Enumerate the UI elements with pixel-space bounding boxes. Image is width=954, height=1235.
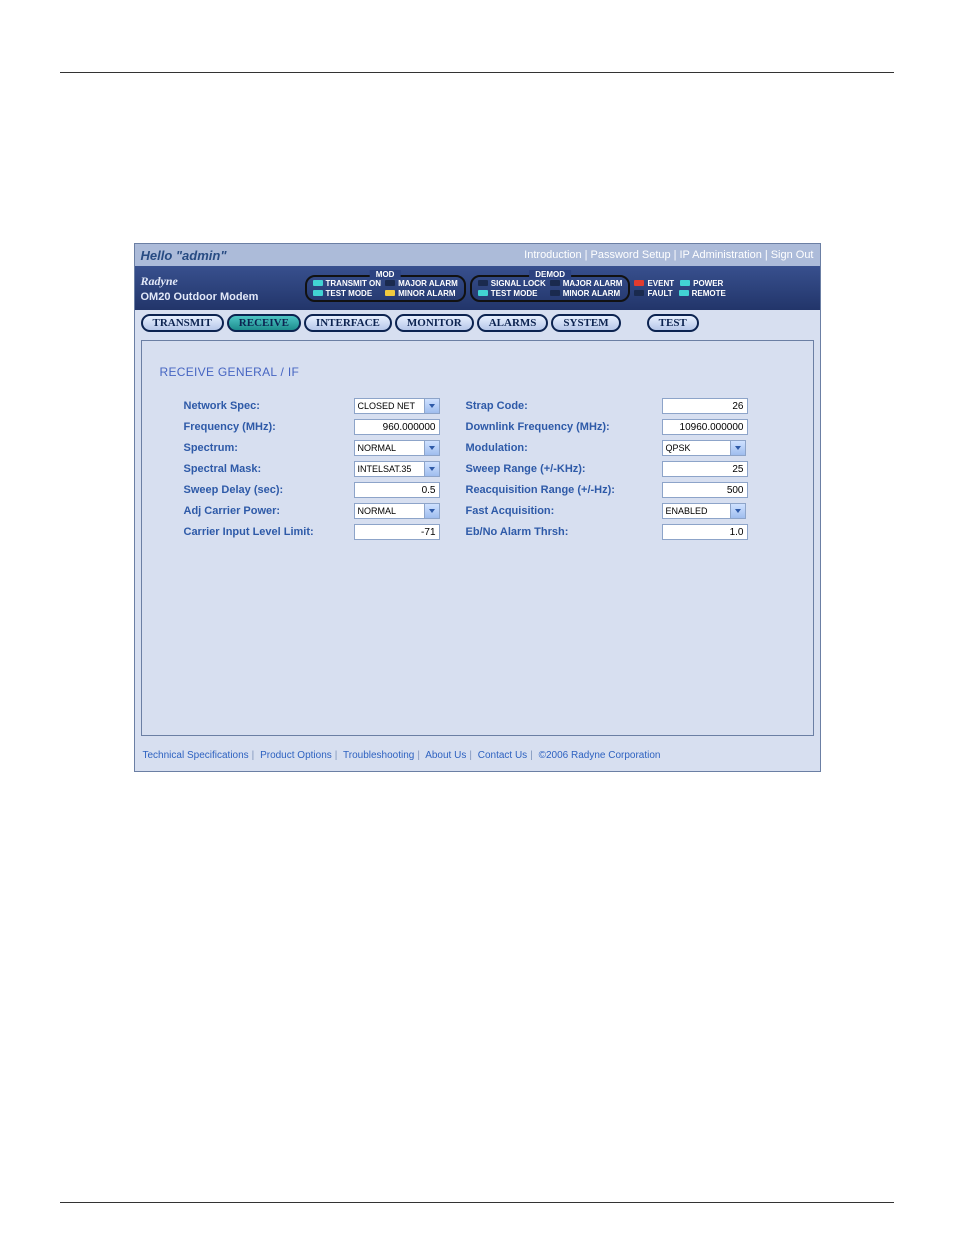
brand-block: Radyne OM20 Outdoor Modem [141, 274, 301, 303]
led-icon [550, 290, 560, 296]
input-sweep-delay[interactable] [354, 482, 440, 498]
led-icon [679, 290, 689, 296]
lbl-strap-code: Strap Code: [466, 397, 642, 415]
app-window: Hello "admin" Introduction| Password Set… [134, 243, 821, 772]
select-modulation[interactable]: QPSK [662, 440, 746, 456]
input-frequency[interactable] [354, 419, 440, 435]
status-signal-lock: SIGNAL LOCK [478, 279, 546, 288]
led-icon [550, 280, 560, 286]
status-transmit-on: TRANSMIT ON [313, 279, 382, 288]
status-group-system: EVENT POWER FAULT REMOTE [634, 279, 725, 298]
input-downlink-frequency[interactable] [662, 419, 748, 435]
input-carrier-input-level[interactable] [354, 524, 440, 540]
bottom-rule [60, 1202, 894, 1203]
led-icon [385, 280, 395, 286]
link-troubleshooting[interactable]: Troubleshooting [343, 750, 414, 761]
status-power: POWER [680, 279, 723, 288]
status-demod-minor-alarm: MINOR ALARM [550, 289, 623, 298]
mod-title: MOD [370, 270, 401, 279]
chevron-down-icon [424, 504, 439, 518]
link-password-setup[interactable]: Password Setup [591, 249, 671, 261]
led-icon [680, 280, 690, 286]
link-sign-out[interactable]: Sign Out [771, 249, 814, 261]
led-icon [313, 280, 323, 286]
lbl-downlink-frequency: Downlink Frequency (MHz): [466, 418, 642, 436]
tab-transmit[interactable]: TRANSMIT [141, 314, 224, 332]
brand-logo: Radyne [141, 274, 301, 289]
chevron-down-icon [424, 441, 439, 455]
link-introduction[interactable]: Introduction [524, 249, 581, 261]
tab-row: TRANSMIT RECEIVE INTERFACE MONITOR ALARM… [135, 310, 820, 332]
input-strap-code[interactable] [662, 398, 748, 414]
select-fast-acquisition[interactable]: ENABLED [662, 503, 746, 519]
link-tech-specs[interactable]: Technical Specifications [143, 750, 249, 761]
tab-test[interactable]: TEST [647, 314, 699, 332]
status-group-demod: DEMOD SIGNAL LOCK TEST MODE MAJOR ALARM … [470, 275, 631, 302]
chevron-down-icon [424, 399, 439, 413]
lbl-carrier-input-level: Carrier Input Level Limit: [184, 523, 334, 541]
input-reacquisition-range[interactable] [662, 482, 748, 498]
status-fault: FAULT [634, 289, 672, 298]
led-icon [313, 290, 323, 296]
content-frame: RECEIVE GENERAL / IF Network Spec: Frequ… [141, 340, 814, 736]
led-icon [634, 290, 644, 296]
status-group-mod: MOD TRANSMIT ON TEST MODE MAJOR ALARM MI… [305, 275, 466, 302]
lbl-modulation: Modulation: [466, 439, 642, 457]
lbl-adj-carrier-power: Adj Carrier Power: [184, 502, 334, 520]
copyright: ©2006 Radyne Corporation [539, 750, 661, 761]
status-minor-alarm: MINOR ALARM [385, 289, 458, 298]
select-adj-carrier-power[interactable]: NORMAL [354, 503, 440, 519]
status-remote: REMOTE [679, 289, 726, 298]
link-product-options[interactable]: Product Options [260, 750, 332, 761]
input-ebno-alarm-thrsh[interactable] [662, 524, 748, 540]
tab-monitor[interactable]: MONITOR [395, 314, 474, 332]
status-test-mode: TEST MODE [313, 289, 382, 298]
chevron-down-icon [424, 462, 439, 476]
demod-title: DEMOD [529, 270, 571, 279]
lbl-spectrum: Spectrum: [184, 439, 334, 457]
link-ip-admin[interactable]: IP Administration [679, 249, 761, 261]
chevron-down-icon [730, 441, 745, 455]
tab-receive[interactable]: RECEIVE [227, 314, 301, 332]
led-icon [478, 290, 488, 296]
link-about-us[interactable]: About Us [425, 750, 466, 761]
product-name: OM20 Outdoor Modem [141, 291, 301, 303]
top-rule [60, 72, 894, 73]
led-icon [634, 280, 644, 286]
footer-links: Technical Specifications| Product Option… [135, 740, 820, 771]
lbl-sweep-range: Sweep Range (+/-KHz): [466, 460, 642, 478]
lbl-spectral-mask: Spectral Mask: [184, 460, 334, 478]
lbl-reacquisition-range: Reacquisition Range (+/-Hz): [466, 481, 642, 499]
tab-alarms[interactable]: ALARMS [477, 314, 549, 332]
link-contact-us[interactable]: Contact Us [478, 750, 527, 761]
lbl-fast-acquisition: Fast Acquisition: [466, 502, 642, 520]
status-major-alarm: MAJOR ALARM [385, 279, 458, 288]
top-bar: Hello "admin" Introduction| Password Set… [135, 244, 820, 266]
status-demod-test-mode: TEST MODE [478, 289, 546, 298]
lbl-sweep-delay: Sweep Delay (sec): [184, 481, 334, 499]
greeting-text: Hello "admin" [141, 248, 227, 263]
led-icon [385, 290, 395, 296]
select-network-spec[interactable]: CLOSED NET [354, 398, 440, 414]
input-sweep-range[interactable] [662, 461, 748, 477]
tab-system[interactable]: SYSTEM [551, 314, 620, 332]
lbl-ebno-alarm-thrsh: Eb/No Alarm Thrsh: [466, 523, 642, 541]
tab-interface[interactable]: INTERFACE [304, 314, 392, 332]
chevron-down-icon [730, 504, 745, 518]
select-spectrum[interactable]: NORMAL [354, 440, 440, 456]
lbl-network-spec: Network Spec: [184, 397, 334, 415]
status-demod-major-alarm: MAJOR ALARM [550, 279, 623, 288]
status-event: EVENT [634, 279, 674, 288]
led-icon [478, 280, 488, 286]
status-strip: Radyne OM20 Outdoor Modem MOD TRANSMIT O… [135, 266, 820, 310]
form-grid: Network Spec: Frequency (MHz): Spectrum:… [160, 397, 795, 541]
section-title: RECEIVE GENERAL / IF [160, 365, 795, 379]
top-links: Introduction| Password Setup| IP Adminis… [524, 249, 813, 261]
select-spectral-mask[interactable]: INTELSAT.35 [354, 461, 440, 477]
lbl-frequency: Frequency (MHz): [184, 418, 334, 436]
